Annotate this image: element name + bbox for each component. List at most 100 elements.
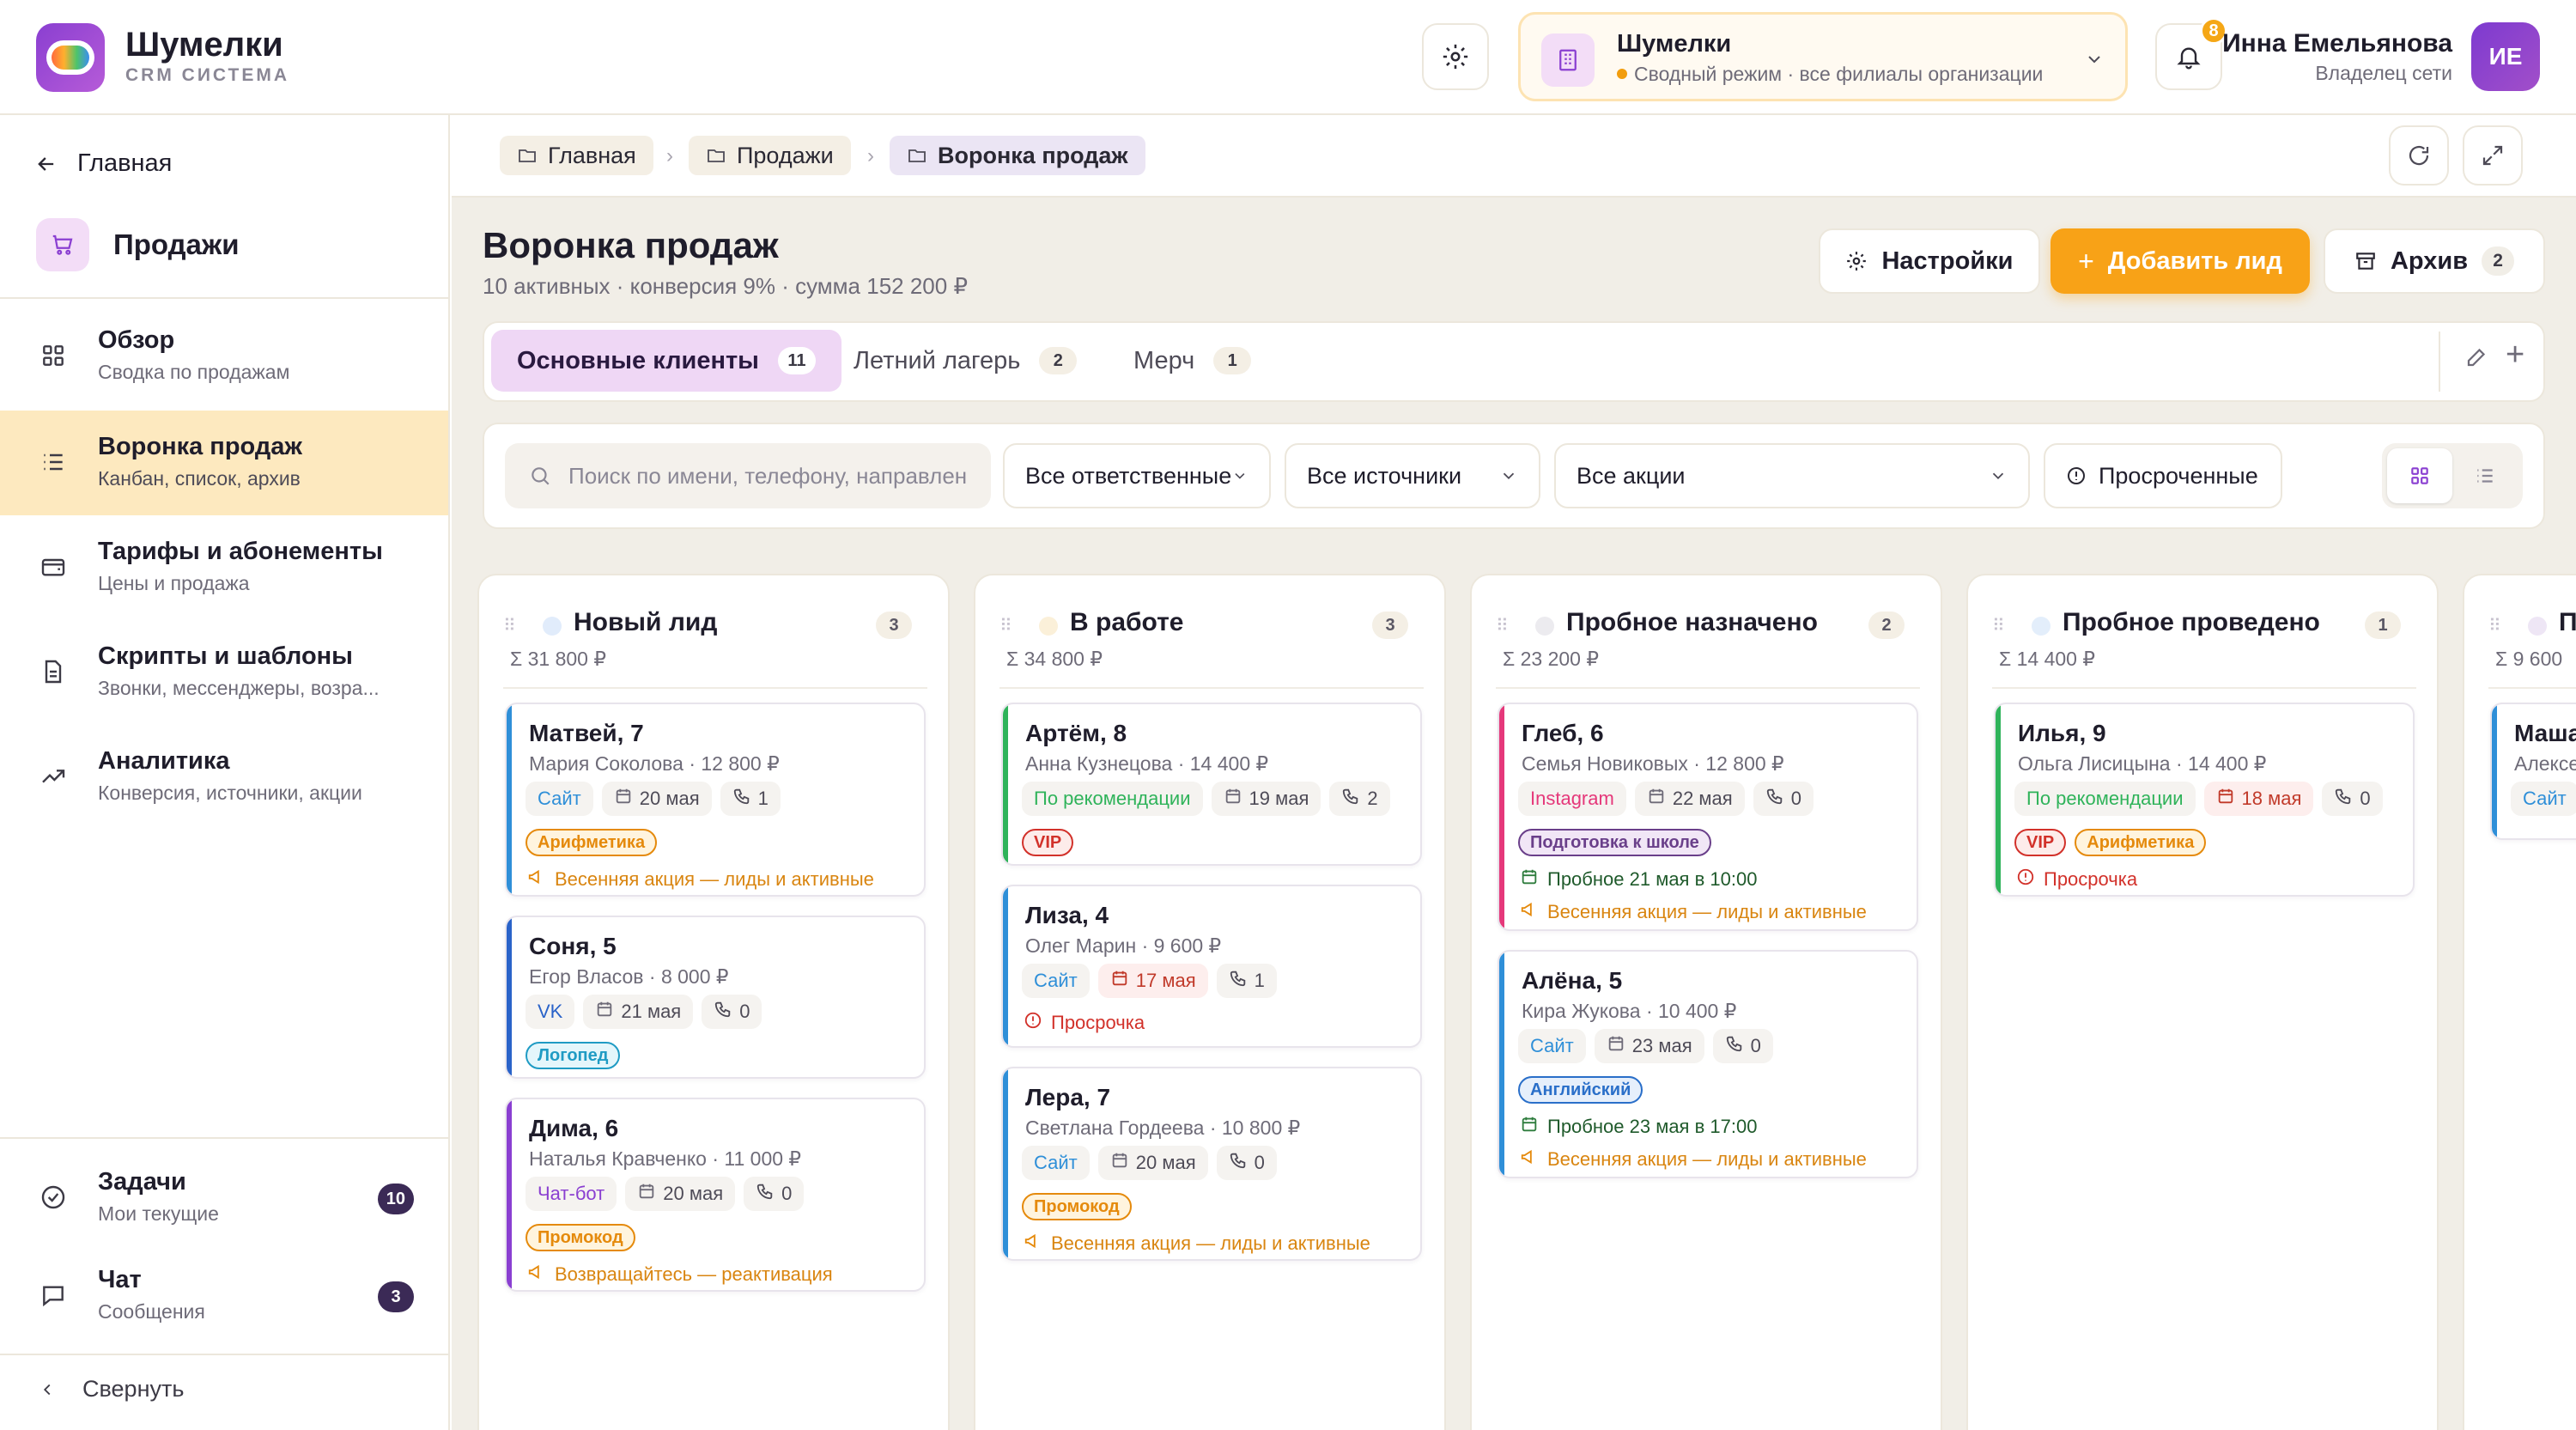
date-label: 17 мая — [1135, 970, 1196, 991]
fullscreen-button[interactable] — [2463, 125, 2523, 186]
tag-list: Промокод — [526, 1224, 635, 1251]
source-label: Сайт — [2523, 788, 2567, 809]
lead-card[interactable]: Соня, 5 Егор Власов · 8 000 ₽ VK 21 мая 0 Лог… — [505, 916, 926, 1079]
tab-main-clients[interactable]: Основные клиенты 11 — [491, 330, 841, 392]
add-tab-button[interactable]: + — [2506, 337, 2524, 374]
lead-card[interactable]: Матвей, 7 Мария Соколова · 12 800 ₽ Сайт 20… — [505, 703, 926, 897]
calendar-icon — [1607, 1034, 1625, 1058]
document-icon — [38, 656, 69, 687]
count-badge: 10 — [377, 1184, 414, 1214]
organization-switcher[interactable]: Шумелки Сводный режим · все филиалы орга… — [1518, 12, 2128, 101]
divider — [0, 297, 448, 299]
avatar[interactable]: ИЕ — [2471, 22, 2540, 91]
column-sum: Σ 14 400 ₽ — [1999, 648, 2095, 670]
lead-card[interactable]: Илья, 9 Ольга Лисицына · 14 400 ₽ По реком… — [1994, 703, 2415, 897]
drag-handle-icon[interactable]: ⠿ — [503, 615, 516, 636]
lead-name: Маша — [2514, 720, 2576, 746]
calendar-icon — [614, 787, 633, 811]
calls-chip: 0 — [1753, 782, 1814, 816]
lead-name: Глеб, 6 — [1522, 720, 1604, 746]
drag-handle-icon[interactable]: ⠿ — [1496, 615, 1509, 636]
folder-icon — [708, 149, 725, 162]
funnel-settings-button[interactable]: Настройки — [1819, 228, 2040, 294]
responsible-select[interactable]: Все ответственные — [1003, 443, 1271, 508]
back-to-home-link[interactable]: Главная — [34, 149, 172, 178]
sidebar-item-tasks[interactable]: Задачи Мои текущие 10 — [0, 1146, 448, 1250]
lead-card[interactable]: Маша Алексе Сайт — [2490, 703, 2576, 840]
refresh-button[interactable] — [2389, 125, 2449, 186]
sidebar-item-sales-funnel[interactable]: Воронка продаж Канбан, список, архив — [0, 411, 448, 515]
lead-card[interactable]: Дима, 6 Наталья Кравченко · 11 000 ₽ Чат-б… — [505, 1098, 926, 1292]
funnel-tabs: Основные клиенты 11 Летний лагерь 2 Мерч… — [483, 321, 2545, 402]
sidebar-item-tariffs[interactable]: Тарифы и абонементы Цены и продажа — [0, 515, 448, 620]
filter-bar: Поиск по имени, телефону, направлен Все … — [483, 423, 2545, 529]
calls-count: 0 — [781, 1183, 793, 1204]
breadcrumb-separator: › — [666, 144, 673, 167]
breadcrumb-label: Воронка продаж — [938, 142, 1128, 168]
lead-name: Соня, 5 — [529, 933, 617, 959]
sidebar-item-overview[interactable]: Обзор Сводка по продажам — [0, 304, 448, 409]
back-label: Главная — [77, 149, 173, 177]
sidebar-item-sublabel: Канбан, список, архив — [98, 467, 301, 490]
lead-card[interactable]: Лера, 7 Светлана Гордеева · 10 800 ₽ Сайт 2… — [1001, 1067, 1422, 1261]
calls-count: 1 — [757, 788, 769, 809]
phone-icon — [732, 787, 751, 811]
promos-select[interactable]: Все акции — [1554, 443, 2030, 508]
source-chip: Сайт — [2511, 782, 2576, 816]
note-text: Весенняя акция — лиды и активные — [1547, 901, 1867, 922]
search-input[interactable]: Поиск по имени, телефону, направлен — [505, 443, 991, 508]
overdue-filter-button[interactable]: Просроченные — [2044, 443, 2282, 508]
tag-badge: Подготовка к школе — [1518, 829, 1711, 856]
list-icon — [38, 447, 69, 478]
status-dot — [2528, 617, 2547, 636]
tab-merch[interactable]: Мерч 1 — [1108, 330, 1277, 392]
tag-list: Подготовка к школе — [1518, 829, 1711, 856]
kanban-view-button[interactable] — [2387, 448, 2452, 503]
sidebar-item-chat[interactable]: Чат Сообщения 3 — [0, 1244, 448, 1348]
drag-handle-icon[interactable]: ⠿ — [2488, 615, 2501, 636]
add-lead-button[interactable]: + Добавить лид — [2050, 228, 2310, 294]
date-label: 20 мая — [1135, 1152, 1196, 1173]
edit-tab-button[interactable] — [2464, 344, 2490, 374]
lead-contact: Наталья Кравченко · 11 000 ₽ — [529, 1147, 802, 1170]
drag-handle-icon[interactable]: ⠿ — [1992, 615, 2005, 636]
button-label: Архив — [2390, 246, 2469, 275]
calendar-icon — [1647, 787, 1666, 811]
divider — [0, 1354, 448, 1355]
phone-icon — [1765, 787, 1784, 811]
divider — [999, 687, 1424, 689]
app-logo[interactable] — [36, 23, 105, 92]
column-count: 3 — [876, 612, 912, 639]
date-chip: 20 мая — [1097, 1146, 1208, 1180]
drag-handle-icon[interactable]: ⠿ — [999, 615, 1012, 636]
sources-select[interactable]: Все источники — [1285, 443, 1540, 508]
collapse-sidebar-button[interactable]: Свернуть — [38, 1376, 184, 1403]
card-accent-bar — [1003, 704, 1008, 864]
breadcrumb-sales[interactable]: Продажи — [689, 136, 851, 175]
sidebar-item-sublabel: Цены и продажа — [98, 572, 250, 594]
tab-summer-camp[interactable]: Летний лагерь 2 — [828, 330, 1103, 392]
card-accent-bar — [1003, 886, 1008, 1046]
sidebar-item-analytics[interactable]: Аналитика Конверсия, источники, акции — [0, 725, 448, 830]
lead-card[interactable]: Алёна, 5 Кира Жукова · 10 400 ₽ Сайт 23 мая… — [1498, 950, 1918, 1178]
sidebar-item-scripts[interactable]: Скрипты и шаблоны Звонки, мессенджеры, в… — [0, 620, 448, 725]
lead-card[interactable]: Лиза, 4 Олег Марин · 9 600 ₽ Сайт 17 мая 1 Пр… — [1001, 885, 1422, 1048]
tab-label: Мерч — [1133, 346, 1195, 374]
archive-icon — [2356, 253, 2375, 270]
list-view-button[interactable] — [2452, 448, 2518, 503]
breadcrumb-home[interactable]: Главная — [500, 136, 653, 175]
lead-card[interactable]: Артём, 8 Анна Кузнецова · 14 400 ₽ По реко… — [1001, 703, 1422, 866]
megaphone-icon — [1520, 900, 1539, 924]
note-text: Просрочка — [2044, 868, 2138, 890]
arrow-left-icon — [38, 156, 54, 171]
note-text: Весенняя акция — лиды и активные — [1051, 1232, 1370, 1254]
settings-button[interactable] — [1422, 23, 1489, 90]
note-text: Просрочка — [1051, 1012, 1145, 1033]
archive-button[interactable]: Архив 2 — [2324, 228, 2545, 294]
lead-name: Дима, 6 — [529, 1115, 619, 1141]
date-chip: 22 мая — [1634, 782, 1745, 816]
lead-card[interactable]: Глеб, 6 Семья Новиковых · 12 800 ₽ Instagr… — [1498, 703, 1918, 931]
date-label: 21 мая — [621, 1001, 682, 1022]
tag-list: Промокод — [1022, 1193, 1132, 1220]
grid-icon — [38, 340, 69, 371]
